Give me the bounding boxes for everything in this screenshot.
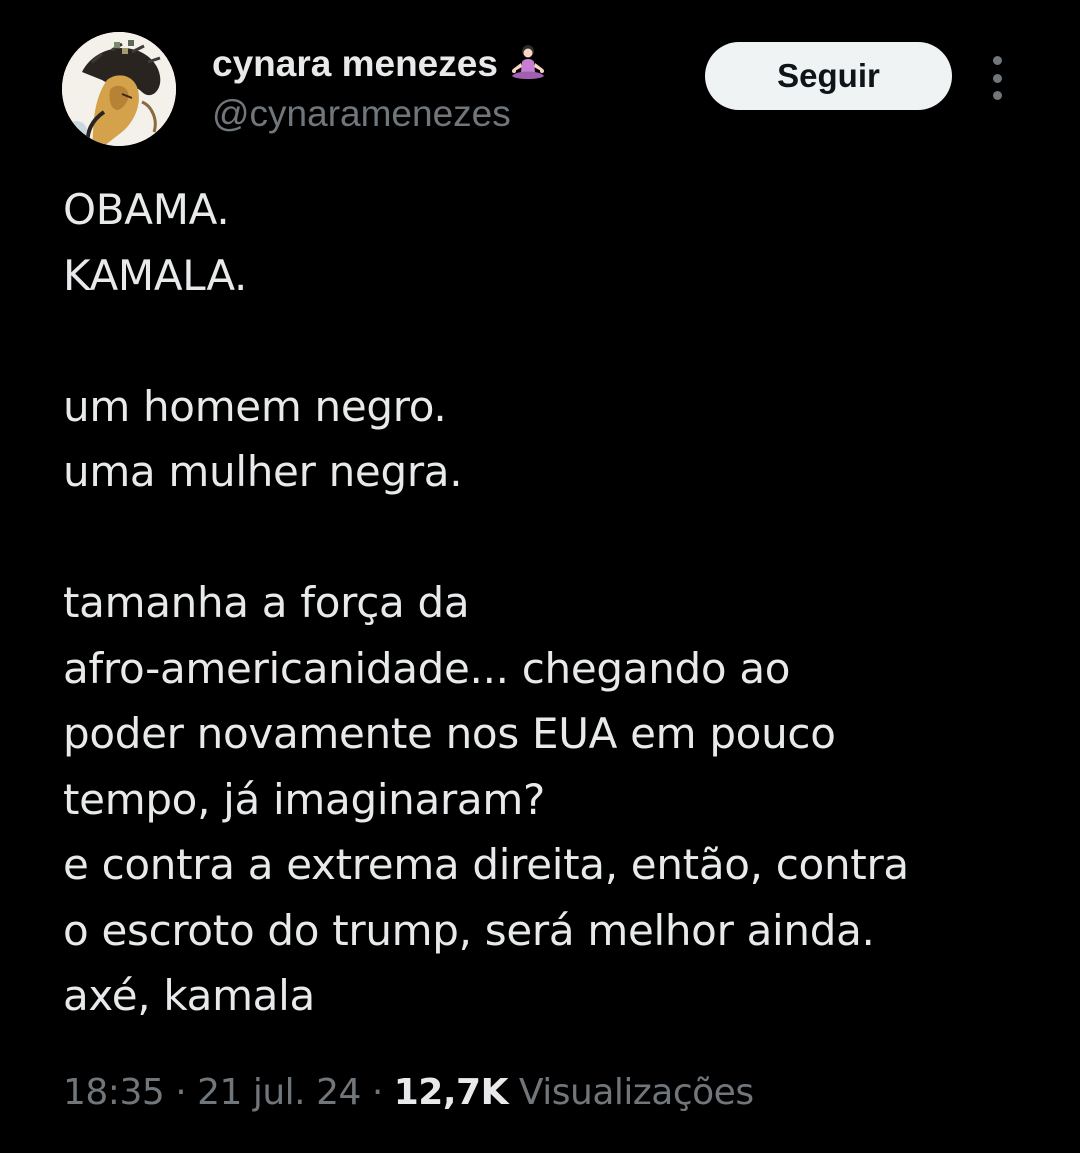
tweet-line: tempo, já imaginaram? (63, 774, 545, 824)
meta-separator: · (371, 1072, 383, 1113)
avatar-illustration-icon (62, 32, 176, 146)
meta-separator: · (175, 1072, 187, 1113)
tweet-line: axé, kamala (63, 971, 315, 1020)
avatar[interactable] (62, 32, 176, 146)
tweet-line: KAMALA. (63, 250, 248, 300)
more-options-button[interactable] (982, 56, 1012, 100)
author-display-name[interactable]: cynara menezes (212, 43, 498, 85)
tweet-text: OBAMA. KAMALA. um homem negro. uma mulhe… (63, 177, 1053, 1029)
tweet-line: o escroto do trump, será melhor ainda. (63, 905, 875, 955)
tweet-line: OBAMA. (63, 185, 230, 234)
more-vertical-icon-dot (992, 91, 1002, 100)
tweet-date[interactable]: 21 jul. 24 (197, 1072, 361, 1113)
tweet-line: poder novamente nos EUA em pouco (63, 709, 836, 758)
tweet-meta: 18:35 · 21 jul. 24 · 12,7K Visualizações (63, 1072, 754, 1113)
tweet-line: tamanha a força da (63, 578, 470, 627)
follow-button[interactable]: Seguir (705, 42, 952, 110)
author-name-row[interactable]: cynara menezes (212, 40, 550, 88)
more-vertical-icon (992, 56, 1002, 65)
more-vertical-icon-dot (992, 73, 1002, 83)
tweet-line: e contra a extrema direita, então, contr… (63, 840, 909, 889)
tweet-line: uma mulher negra. (63, 447, 463, 496)
author-handle[interactable]: @cynaramenezes (212, 93, 511, 135)
views-label: Visualizações (518, 1072, 754, 1113)
tweet-line: afro-americanidade... chegando ao (63, 643, 791, 693)
person-in-lotus-position-icon (511, 45, 544, 79)
tweet-line: um homem negro. (63, 381, 447, 431)
views-count: 12,7K (393, 1072, 509, 1113)
tweet-time[interactable]: 18:35 (63, 1072, 165, 1113)
